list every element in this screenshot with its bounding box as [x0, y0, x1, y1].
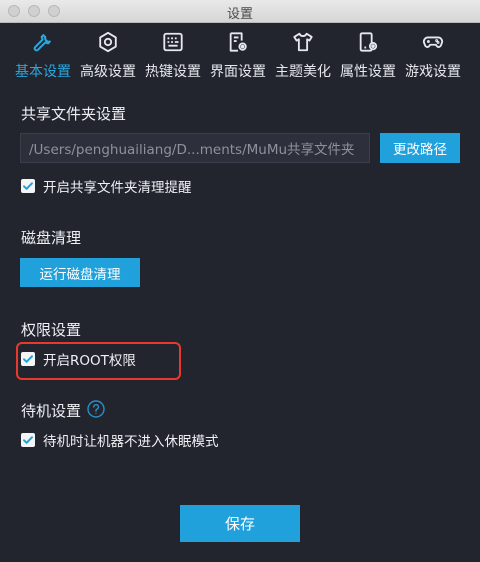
cleanup-reminder-checkbox-row[interactable]: 开启共享文件夹清理提醒	[21, 177, 192, 196]
tab-label: 高级设置	[80, 64, 136, 80]
checkmark-icon	[23, 182, 33, 190]
tshirt-icon	[293, 32, 313, 52]
tab-label: 游戏设置	[405, 64, 461, 80]
tab-hotkey-settings[interactable]: 热键设置	[140, 23, 206, 86]
no-sleep-checkbox[interactable]	[21, 433, 35, 447]
tab-label: 主题美化	[275, 64, 331, 80]
tab-label: 热键设置	[145, 64, 201, 80]
root-highlight-annotation	[16, 342, 181, 380]
help-icon[interactable]	[87, 400, 105, 418]
standby-title: 待机设置	[21, 402, 82, 420]
tab-interface-settings[interactable]: 界面设置	[205, 23, 271, 86]
hexagon-icon	[99, 31, 117, 53]
window-title: 设置	[226, 7, 253, 22]
tab-label: 基本设置	[15, 64, 71, 80]
keyboard-icon	[163, 32, 183, 52]
gamepad-icon	[422, 36, 444, 48]
tab-theme[interactable]: 主题美化	[270, 23, 336, 86]
window-titlebar: 设置	[0, 0, 480, 23]
save-button[interactable]: 保存	[180, 505, 300, 542]
settings-tab-bar: 基本设置 高级设置 热键设置 界面设置 主题美化 属性设置 游戏设置	[0, 23, 480, 86]
tab-property-settings[interactable]: 属性设置	[335, 23, 401, 86]
no-sleep-label: 待机时让机器不进入休眠模式	[43, 434, 219, 450]
tab-advanced-settings[interactable]: 高级设置	[75, 23, 141, 86]
cleanup-reminder-checkbox[interactable]	[21, 179, 35, 193]
wrench-icon	[33, 34, 51, 52]
run-disk-cleanup-button[interactable]: 运行磁盘清理	[20, 258, 140, 287]
shared-folder-path-field[interactable]	[20, 133, 370, 163]
tab-game-settings[interactable]: 游戏设置	[400, 23, 466, 86]
cleanup-reminder-label: 开启共享文件夹清理提醒	[43, 180, 192, 196]
tab-label: 属性设置	[340, 64, 396, 80]
checkmark-icon	[23, 436, 33, 444]
device-gear-icon	[359, 32, 378, 52]
no-sleep-checkbox-row[interactable]: 待机时让机器不进入休眠模式	[21, 431, 219, 450]
disk-cleanup-title: 磁盘清理	[21, 229, 82, 247]
document-gear-icon	[229, 32, 247, 52]
permissions-title: 权限设置	[21, 321, 82, 339]
shared-folder-title: 共享文件夹设置	[21, 105, 127, 123]
tab-label: 界面设置	[210, 64, 266, 80]
change-path-button[interactable]: 更改路径	[380, 133, 460, 163]
tab-basic-settings[interactable]: 基本设置	[10, 23, 76, 86]
